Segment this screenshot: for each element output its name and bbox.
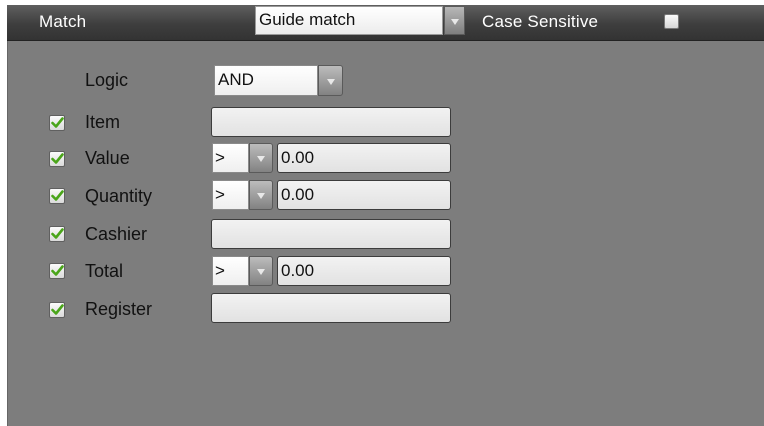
total-input[interactable]: 0.00 <box>277 256 451 286</box>
value-operator-dropdown-button[interactable] <box>249 143 273 173</box>
value-checkbox[interactable] <box>49 151 65 167</box>
item-label: Item <box>85 112 121 132</box>
checkmark-icon <box>51 153 64 164</box>
register-input[interactable] <box>211 293 451 323</box>
logic-dropdown-button[interactable] <box>318 65 343 96</box>
register-checkbox[interactable] <box>49 302 65 318</box>
total-checkbox[interactable] <box>49 263 65 279</box>
chevron-down-icon <box>257 156 265 162</box>
chevron-down-icon <box>257 193 265 199</box>
match-mode-dropdown-button[interactable] <box>444 6 465 35</box>
header-bar: Match Guide match Case Sensitive <box>7 5 764 41</box>
chevron-down-icon <box>450 18 459 25</box>
match-label: Match <box>39 12 87 31</box>
total-operator-dropdown-button[interactable] <box>249 256 273 286</box>
logic-select-value[interactable]: AND <box>214 65 318 96</box>
quantity-operator-dropdown-button[interactable] <box>249 180 273 210</box>
checkmark-icon <box>51 190 64 201</box>
value-operator-select[interactable]: > <box>212 143 249 173</box>
value-label: Value <box>85 148 130 168</box>
checkmark-icon <box>51 228 64 239</box>
quantity-input[interactable]: 0.00 <box>277 180 451 210</box>
item-input[interactable] <box>211 107 451 137</box>
cashier-input[interactable] <box>211 219 451 249</box>
checkmark-icon <box>51 265 64 276</box>
case-sensitive-checkbox[interactable] <box>664 14 679 29</box>
quantity-checkbox[interactable] <box>49 188 65 204</box>
quantity-label: Quantity <box>85 186 153 206</box>
item-checkbox[interactable] <box>49 115 65 131</box>
checkmark-icon <box>51 117 64 128</box>
total-label: Total <box>85 261 124 281</box>
quantity-operator-select[interactable]: > <box>212 180 249 210</box>
cashier-label: Cashier <box>85 224 148 244</box>
checkmark-icon <box>51 304 64 315</box>
match-mode-select[interactable]: Guide match <box>255 6 469 35</box>
chevron-down-icon <box>257 269 265 275</box>
case-sensitive-label: Case Sensitive <box>482 12 599 31</box>
match-mode-value[interactable]: Guide match <box>255 6 443 35</box>
total-operator-select[interactable]: > <box>212 256 249 286</box>
register-label: Register <box>85 299 153 319</box>
cashier-checkbox[interactable] <box>49 226 65 242</box>
filter-panel: Logic AND Item Value > 0.00 Quantity > 0… <box>7 41 764 426</box>
logic-label: Logic <box>85 70 129 90</box>
value-input[interactable]: 0.00 <box>277 143 451 173</box>
chevron-down-icon <box>326 78 335 85</box>
